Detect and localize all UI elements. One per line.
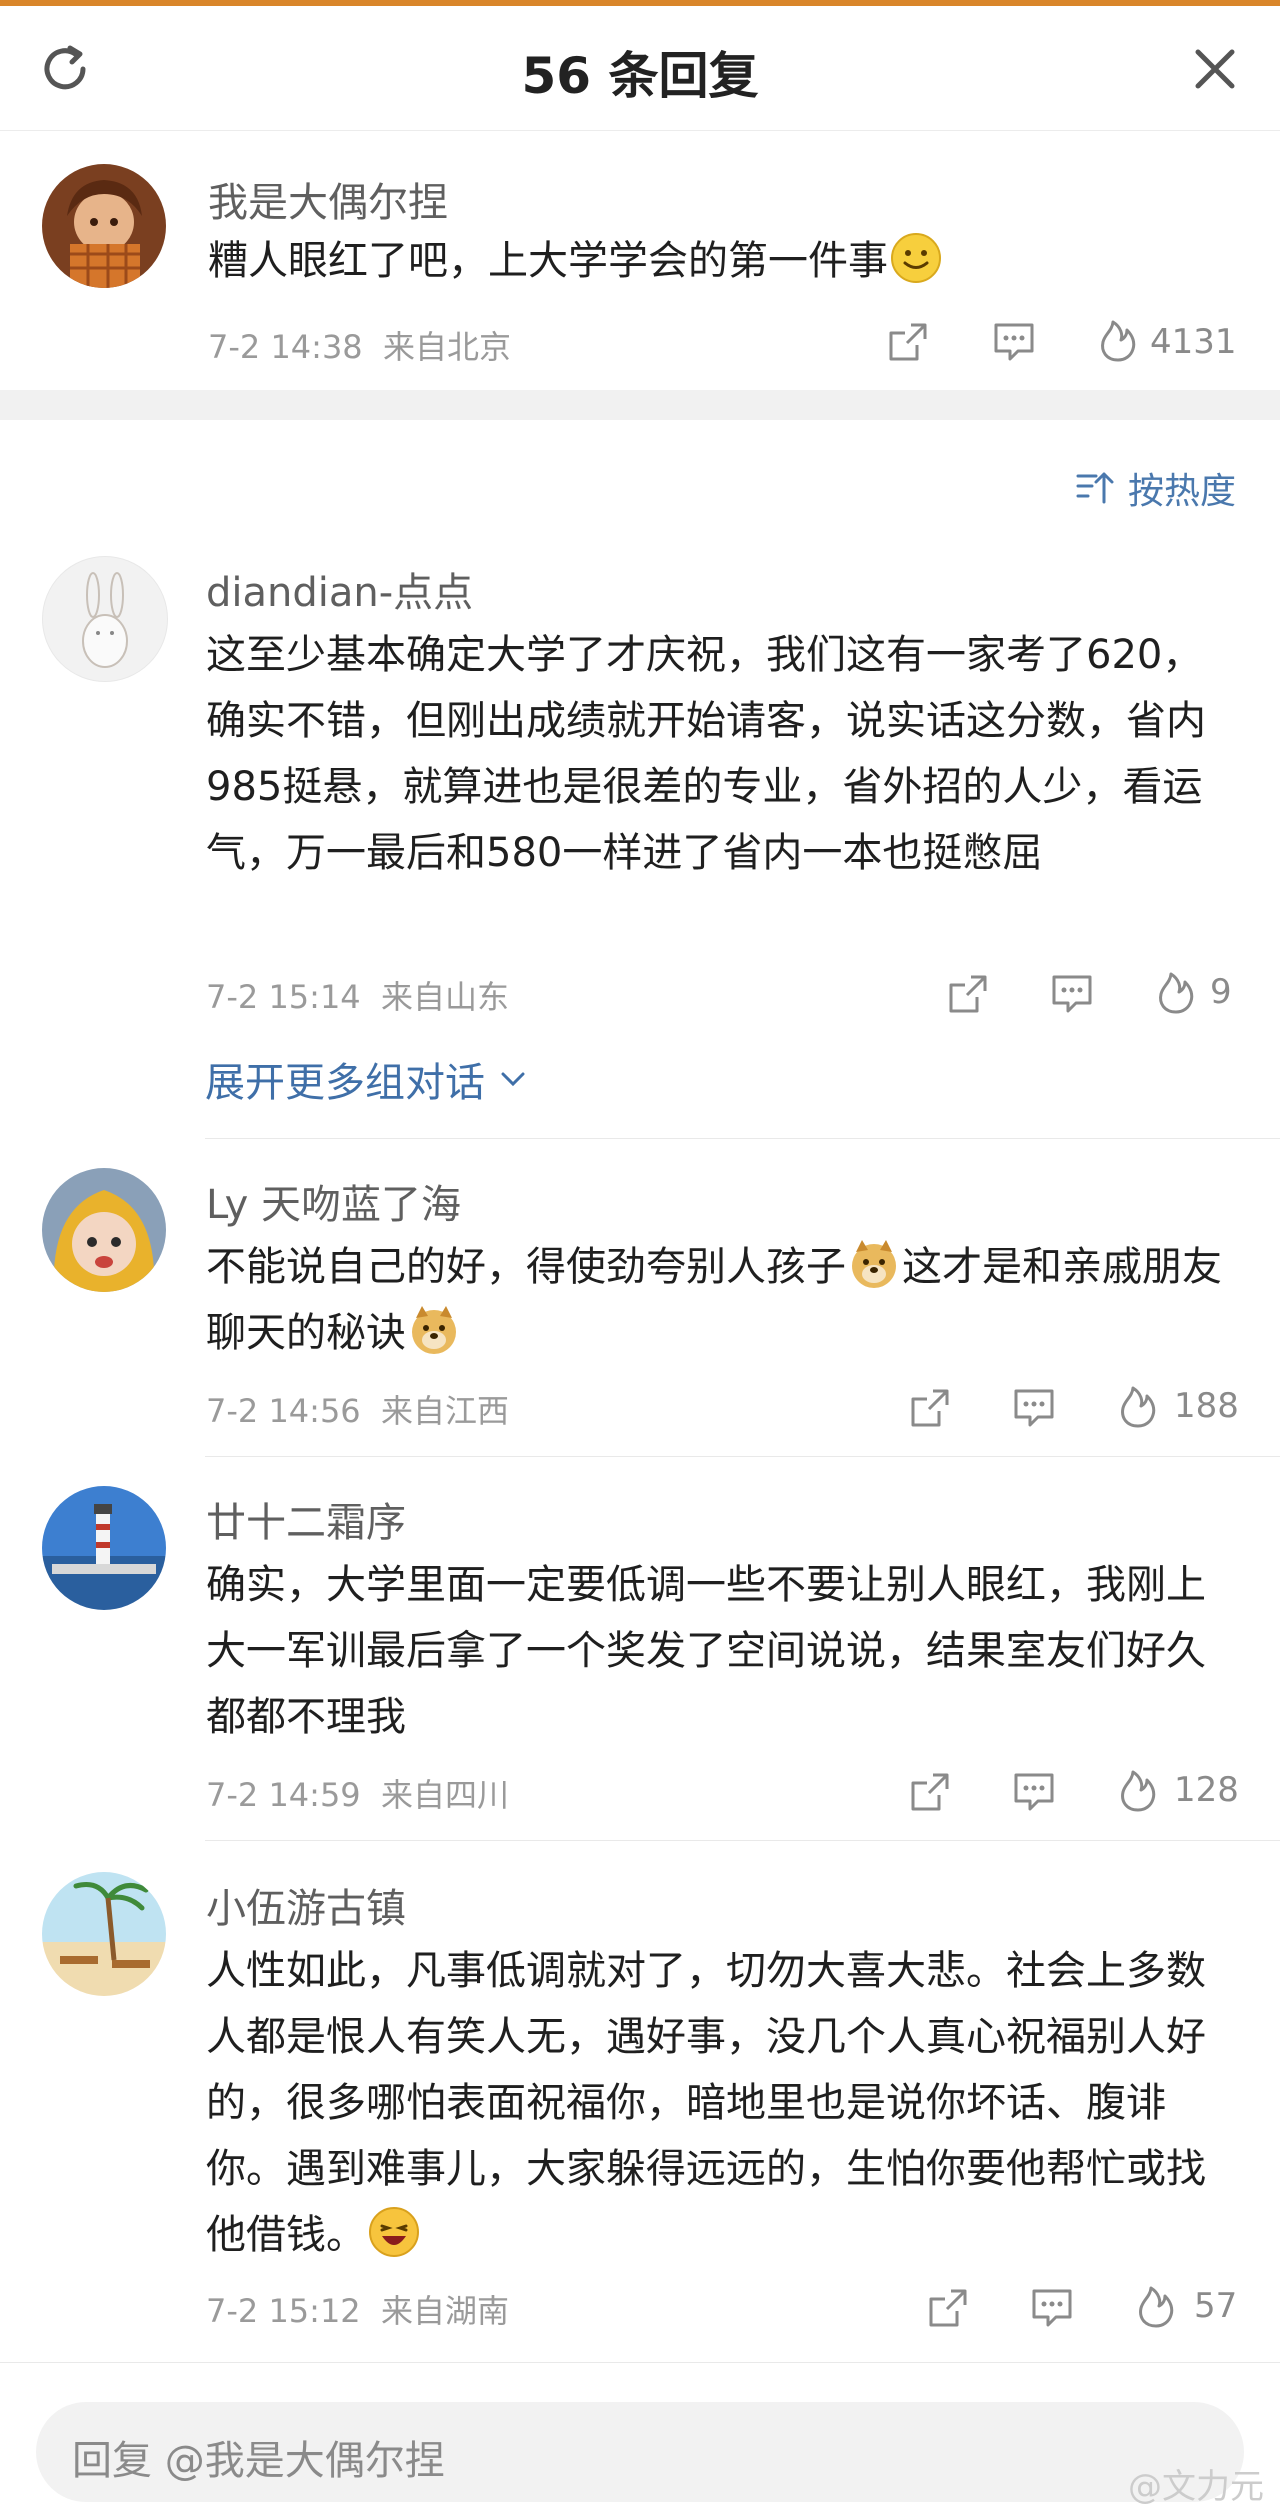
comment-text-content: 糟人眼红了吧，上大学学会的第一件事 (208, 238, 888, 284)
sort-icon (1076, 472, 1114, 504)
avatar[interactable] (42, 556, 168, 682)
divider (205, 1138, 1280, 1139)
like-count: 57 (1194, 2286, 1238, 2326)
expand-label: 展开更多组对话 (205, 1060, 485, 1106)
reply-author[interactable]: 小伍游古镇 (206, 1876, 406, 1934)
comment-meta: 7-2 14:38 来自北京 (208, 328, 512, 366)
chevron-down-icon (501, 1072, 525, 1087)
comment-icon[interactable] (988, 316, 1040, 368)
laughing-emoji-icon (369, 2207, 419, 2257)
comment-icon[interactable] (1046, 968, 1098, 1020)
page-title: 56 条回复 (521, 47, 759, 105)
expand-conversation-link[interactable]: 展开更多组对话 (205, 1050, 531, 1108)
comment-icon[interactable] (1008, 1766, 1060, 1818)
like-flame-icon[interactable] (1150, 966, 1202, 1018)
reply-text: 确实，大学里面一定要低调一些不要让别人眼红，我刚上大一军训最后拿了一个奖发了空间… (206, 1562, 1206, 1740)
comment-icon[interactable] (1026, 2282, 1078, 2334)
like-flame-icon[interactable] (1130, 2280, 1182, 2332)
reply-meta: 7-2 14:56 来自江西 (206, 1392, 510, 1430)
header: 56 条回复 (0, 6, 1280, 131)
reply-text-part: 不能说自己的好，得使劲夸别人孩子 (206, 1244, 846, 1290)
section-divider (0, 390, 1280, 420)
reply-text: 人性如此，凡事低调就对了，切勿大喜大悲。社会上多数人都是恨人有笑人无，遇好事，没… (206, 1938, 1236, 2268)
sort-button[interactable]: 按热度 (1076, 462, 1236, 514)
reply-input[interactable]: 回复 @我是大偶尔捏 (36, 2402, 1244, 2502)
doge-emoji-icon (412, 1306, 456, 1354)
comment-text: 糟人眼红了吧，上大学学会的第一件事 (208, 228, 1248, 294)
avatar[interactable] (42, 1872, 166, 1996)
share-icon[interactable] (922, 2282, 974, 2334)
reply-text: 不能说自己的好，得使劲夸别人孩子 这才是和亲戚朋友聊天的秘诀 (206, 1234, 1236, 1366)
reply-meta: 7-2 15:12 来自湖南 (206, 2292, 510, 2330)
reply-meta: 7-2 14:59 来自四川 (206, 1776, 510, 1814)
avatar[interactable] (42, 1168, 166, 1292)
reply-text-content: 人性如此，凡事低调就对了，切勿大喜大悲。社会上多数人都是恨人有笑人无，遇好事，没… (206, 1948, 1206, 2258)
sort-label: 按热度 (1127, 471, 1236, 512)
reply-placeholder: 回复 @我是大偶尔捏 (72, 2438, 445, 2484)
reply-meta: 7-2 15:14 来自山东 (206, 978, 510, 1016)
smile-emoji-icon (891, 233, 941, 283)
reply-text: 这至少基本确定大学了才庆祝，我们这有一家考了620，确实不错，但刚出成绩就开始请… (206, 632, 1206, 876)
avatar[interactable] (42, 164, 166, 288)
like-flame-icon[interactable] (1112, 1380, 1164, 1432)
reply-author[interactable]: 廿十二霜序 (206, 1490, 406, 1548)
watermark: @文力元 (1128, 2467, 1264, 2507)
share-icon[interactable] (942, 968, 994, 1020)
comment-author[interactable]: 我是大偶尔捏 (208, 170, 448, 228)
like-count: 4131 (1150, 322, 1237, 362)
share-icon[interactable] (904, 1766, 956, 1818)
close-icon[interactable] (1180, 34, 1250, 104)
like-count: 128 (1174, 1770, 1239, 1810)
share-icon[interactable] (882, 316, 934, 368)
like-count: 188 (1174, 1386, 1239, 1426)
avatar[interactable] (42, 1486, 166, 1610)
reply-author[interactable]: Ly 天吻蓝了海 (206, 1172, 461, 1230)
share-icon[interactable] (904, 1382, 956, 1434)
like-flame-icon[interactable] (1092, 314, 1144, 366)
comment-icon[interactable] (1008, 1382, 1060, 1434)
like-flame-icon[interactable] (1112, 1764, 1164, 1816)
like-count: 9 (1210, 972, 1232, 1012)
doge-emoji-icon (852, 1240, 896, 1288)
divider (205, 1456, 1280, 1457)
reply-author[interactable]: diandian-点点 (206, 560, 473, 618)
divider (205, 1840, 1280, 1841)
divider (0, 2362, 1280, 2363)
